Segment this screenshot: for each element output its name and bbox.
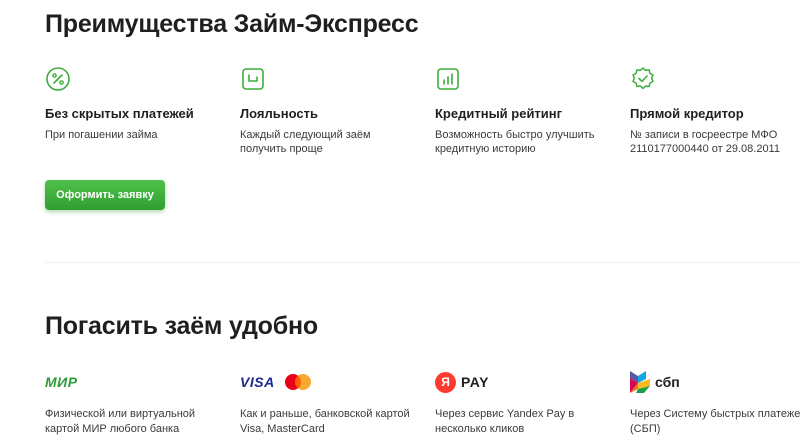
yandex-pay-logo: Я PAY — [435, 370, 615, 394]
repay-method-visa-mastercard: VISA Как и раньше, банковской картой Vis… — [240, 370, 420, 435]
repay-method-sbp: сбп Через Систему быстрых платежей (СБП) — [630, 370, 800, 435]
advantage-description: Каждый следующий заём получить проще — [240, 129, 371, 155]
advantage-description: № записи в госреестре МФО 2110177000440 … — [630, 129, 780, 155]
visa-mastercard-logo: VISA — [240, 370, 420, 394]
advantage-description: Возможность быстро улучшить кредитную ис… — [435, 129, 595, 155]
advantage-description: При погашении займа — [45, 129, 158, 141]
percent-icon — [46, 67, 70, 91]
advantage-title: Прямой кредитор — [630, 106, 744, 121]
repay-heading: Погасить заём удобно — [45, 312, 318, 340]
repay-method-mir: МИР Физической или виртуальной картой МИ… — [45, 370, 225, 435]
section-divider — [45, 262, 800, 263]
advantage-title: Лояльность — [240, 106, 318, 121]
mir-logo: МИР — [45, 374, 78, 390]
advantage-title: Кредитный рейтинг — [435, 106, 563, 121]
sbp-icon — [630, 371, 650, 393]
wallet-icon — [242, 68, 264, 90]
mastercard-icon — [284, 374, 311, 390]
advantage-no-hidden-fees: Без скрытых платежей При погашении займа — [45, 66, 225, 141]
advantage-loyalty: Лояльность Каждый следующий заём получит… — [240, 66, 420, 155]
repay-method-description: Как и раньше, банковской картой Visa, Ma… — [240, 408, 410, 435]
chart-icon — [437, 68, 459, 90]
advantage-credit-rating: Кредитный рейтинг Возможность быстро улу… — [435, 66, 615, 155]
sbp-logo: сбп — [630, 370, 800, 394]
advantages-heading: Преимущества Займ-Экспресс — [45, 10, 419, 38]
advantage-title: Без скрытых платежей — [45, 106, 194, 121]
repay-method-yandex-pay: Я PAY Через сервис Yandex Pay в нескольк… — [435, 370, 615, 435]
repay-method-description: Через Систему быстрых платежей (СБП) — [630, 408, 800, 435]
repay-methods-list: МИР Физической или виртуальной картой МИ… — [45, 370, 800, 448]
advantages-list: Без скрытых платежей При погашении займа… — [45, 66, 800, 166]
advantage-direct-lender: Прямой кредитор № записи в госреестре МФ… — [630, 66, 800, 155]
repay-method-description: Через сервис Yandex Pay в несколько клик… — [435, 408, 575, 435]
apply-button[interactable]: Оформить заявку — [45, 180, 165, 210]
repay-method-description: Физической или виртуальной картой МИР лю… — [45, 408, 196, 435]
verified-badge-icon — [632, 67, 654, 90]
